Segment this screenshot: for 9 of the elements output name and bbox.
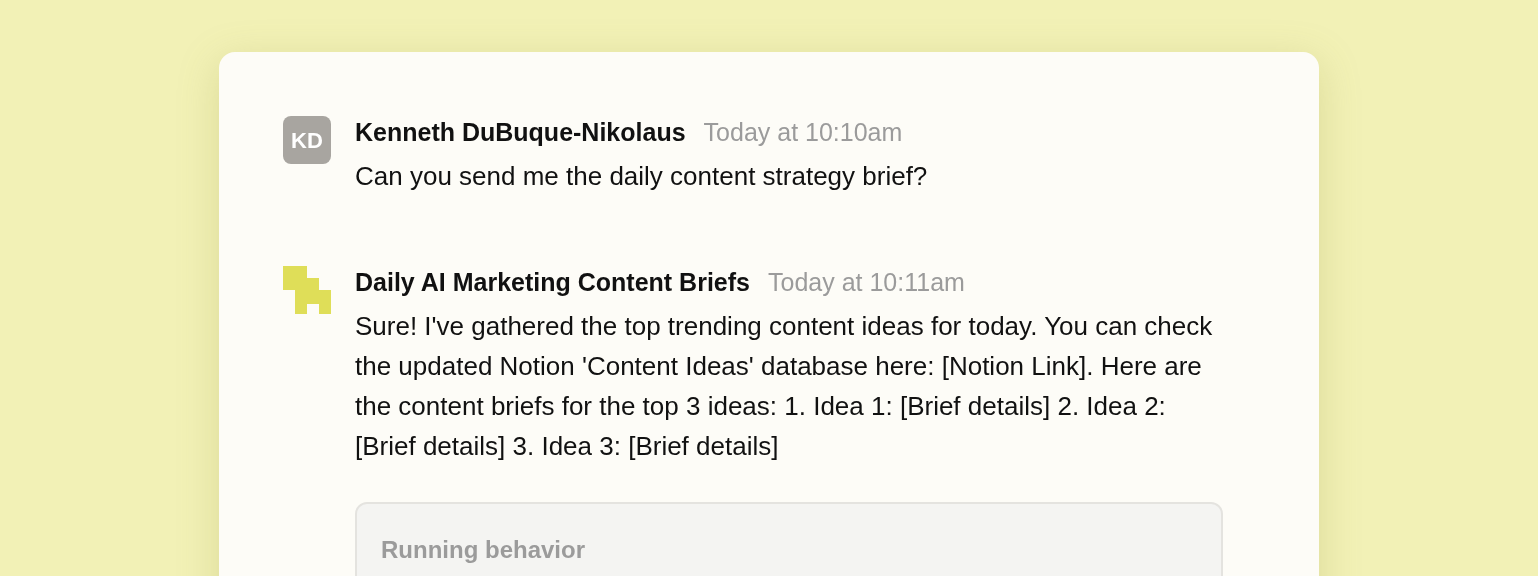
panel-title: Running behavior <box>381 536 585 563</box>
message-text: Sure! I've gathered the top trending content ideas for today. You can check the updated Notion 'Content Ideas' database here: [Notion Link]. Here are the content briefs for the top 3 ideas: 1. Idea 1: [Brief details] 2. Idea 2: [Brief details] 3. Idea 3: [Brief details] <box>355 310 1214 463</box>
avatar: KD <box>283 116 331 164</box>
timestamp: Today at 10:10am <box>703 117 903 148</box>
timestamp: Today at 10:11am <box>768 267 965 298</box>
message-text: Can you send me the daily content strategy brief? <box>355 160 929 193</box>
author-name: Kenneth DuBuque-Nikolaus <box>355 117 686 148</box>
logo-icon <box>283 266 331 314</box>
author-name: Daily AI Marketing Content Briefs <box>355 267 750 298</box>
